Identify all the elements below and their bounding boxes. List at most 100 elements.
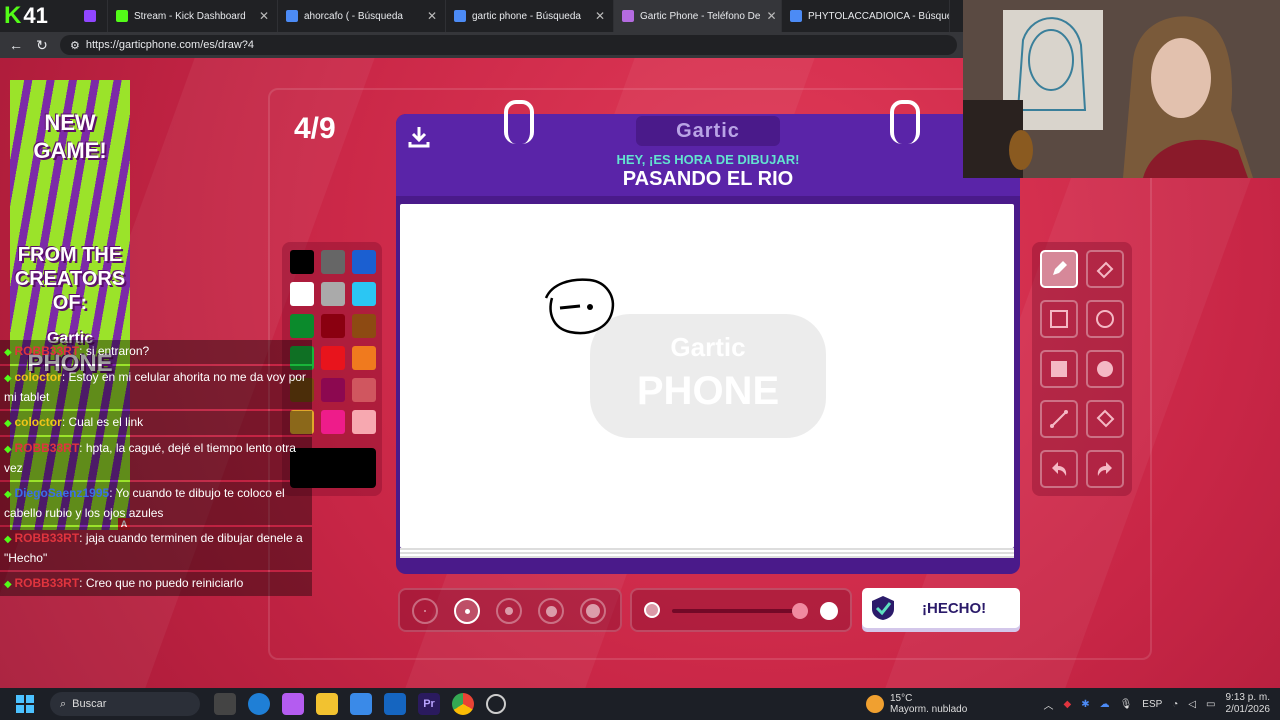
tab-phytolacca-search[interactable]: PHYTOLACCADIOICA - Búsqued✕ <box>782 0 950 32</box>
chat-username[interactable]: coloctor <box>14 370 61 384</box>
premiere-icon[interactable]: Pr <box>418 693 440 715</box>
redo-tool[interactable] <box>1086 450 1124 488</box>
color-swatch[interactable] <box>352 378 376 402</box>
opacity-slider[interactable] <box>630 588 852 632</box>
store-icon[interactable] <box>350 693 372 715</box>
language-indicator[interactable]: ESP <box>1142 699 1162 710</box>
microphone-icon[interactable]: 🎙 <box>1120 699 1133 710</box>
tab-gartic-phone[interactable]: Gartic Phone - Teléfono De ✕ <box>614 0 782 32</box>
search-icon: ⌕ <box>60 697 67 710</box>
weather-widget[interactable]: 15°C Mayorm. nublado <box>866 688 967 720</box>
close-tab-icon[interactable]: ✕ <box>427 9 437 23</box>
circle-fill-tool[interactable] <box>1086 350 1124 388</box>
chevron-up-icon[interactable]: ︿ <box>1043 697 1053 712</box>
ad-line: GAME! <box>33 138 107 163</box>
security-icon[interactable]: ◆ <box>1063 699 1071 710</box>
copilot-icon[interactable] <box>282 693 304 715</box>
chat-username[interactable]: ROBB33RT <box>14 441 79 455</box>
opacity-low-icon <box>644 602 660 618</box>
pencil-tool[interactable] <box>1040 250 1078 288</box>
line-tool[interactable] <box>1040 400 1078 438</box>
chat-username[interactable]: ROBB33RT <box>14 344 79 358</box>
done-button[interactable]: ¡HECHO! <box>862 588 1020 628</box>
clock[interactable]: 9:13 p. m. 2/01/2026 <box>1226 692 1271 716</box>
wifi-icon[interactable]: ◔ <box>1172 699 1178 710</box>
close-tab-icon[interactable]: ✕ <box>259 9 269 23</box>
brush-size-dot <box>545 605 557 617</box>
file-explorer-icon[interactable] <box>316 693 338 715</box>
brush-size-selector <box>398 588 622 632</box>
color-swatch[interactable] <box>321 378 345 402</box>
color-swatch[interactable] <box>321 250 345 274</box>
color-swatch[interactable] <box>321 314 345 338</box>
color-swatch[interactable] <box>290 282 314 306</box>
tab-gartic-search[interactable]: gartic phone - Búsqueda ✕ <box>446 0 614 32</box>
eraser-icon <box>1096 261 1114 279</box>
brush-size-dot <box>424 610 426 612</box>
brush-size-option[interactable] <box>412 598 438 624</box>
kick-favicon-icon <box>116 10 128 22</box>
ad-line: FROM THE <box>17 244 123 266</box>
rectangle-outline-tool[interactable] <box>1040 300 1078 338</box>
webcam-image <box>963 0 1280 178</box>
url-field[interactable]: ⚙ https://garticphone.com/es/draw?4 <box>60 35 957 55</box>
drawing-canvas[interactable]: Gartic PHONE <box>400 204 1014 548</box>
chat-message: ◆ ROBB33RT: hpta, la cagué, dejé el tiem… <box>0 437 312 480</box>
chat-username[interactable]: ROBB33RT <box>14 576 79 590</box>
brush-size-option[interactable] <box>580 598 606 624</box>
brush-size-option[interactable] <box>454 598 480 624</box>
color-swatch[interactable] <box>352 250 376 274</box>
edge-icon[interactable] <box>248 693 270 715</box>
browser-tab-bar: K 41 Stream - Kick Dashboard ✕ ahorcafo (… <box>0 0 963 32</box>
chat-username[interactable]: DiegoSaenz1995 <box>14 486 109 500</box>
color-swatch[interactable] <box>352 410 376 434</box>
tab-kick-dashboard[interactable]: Stream - Kick Dashboard ✕ <box>108 0 278 32</box>
color-swatch[interactable] <box>290 250 314 274</box>
tab-twitch[interactable] <box>76 0 108 32</box>
user-stroke <box>559 304 581 310</box>
outlook-icon[interactable] <box>384 693 406 715</box>
fill-bucket-tool[interactable] <box>1086 400 1124 438</box>
undo-icon <box>1052 462 1067 476</box>
task-view-icon[interactable] <box>214 693 236 715</box>
onedrive-icon[interactable]: ☁ <box>1100 699 1110 710</box>
volume-icon[interactable]: ◁ <box>1188 699 1196 710</box>
chat-badge-icon: ◆ <box>4 534 15 545</box>
close-tab-icon[interactable]: ✕ <box>595 9 605 23</box>
rectangle-fill-tool[interactable] <box>1040 350 1078 388</box>
color-swatch[interactable] <box>321 410 345 434</box>
bluetooth-icon[interactable]: ✱ <box>1081 699 1089 710</box>
chat-username[interactable]: coloctor <box>14 415 61 429</box>
brush-size-option[interactable] <box>538 598 564 624</box>
windows-start-icon[interactable] <box>14 693 36 715</box>
round-counter: 4/9 <box>294 112 336 145</box>
obs-icon[interactable] <box>486 694 506 714</box>
close-tab-icon[interactable]: ✕ <box>766 9 776 23</box>
chat-text: : si entraron? <box>79 344 150 358</box>
slider-handle[interactable] <box>792 603 808 619</box>
back-icon[interactable]: ← <box>8 37 24 53</box>
tab-title: gartic phone - Búsqueda <box>472 10 581 22</box>
chat-message: ◆ coloctor: Cual es el link <box>0 411 312 435</box>
tab-title: Gartic Phone - Teléfono De <box>640 10 761 22</box>
tab-ahorcafo-search[interactable]: ahorcafo ( - Búsqueda ✕ <box>278 0 446 32</box>
reload-icon[interactable]: ↻ <box>34 37 50 54</box>
brush-size-option[interactable] <box>496 598 522 624</box>
watermark-bottom: PHONE <box>637 369 779 413</box>
circle-outline-tool[interactable] <box>1086 300 1124 338</box>
color-swatch[interactable] <box>321 346 345 370</box>
color-swatch[interactable] <box>352 346 376 370</box>
site-info-icon[interactable]: ⚙ <box>70 39 80 52</box>
battery-icon[interactable]: ▭ <box>1206 699 1215 710</box>
line-icon <box>1050 410 1068 428</box>
color-swatch[interactable] <box>321 282 345 306</box>
chat-username[interactable]: ROBB33RT <box>14 531 79 545</box>
color-swatch[interactable] <box>290 314 314 338</box>
download-icon[interactable] <box>406 124 432 150</box>
color-swatch[interactable] <box>352 282 376 306</box>
taskbar-search[interactable]: ⌕ Buscar <box>50 692 200 716</box>
undo-tool[interactable] <box>1040 450 1078 488</box>
color-swatch[interactable] <box>352 314 376 338</box>
chrome-icon[interactable] <box>452 693 474 715</box>
eraser-tool[interactable] <box>1086 250 1124 288</box>
